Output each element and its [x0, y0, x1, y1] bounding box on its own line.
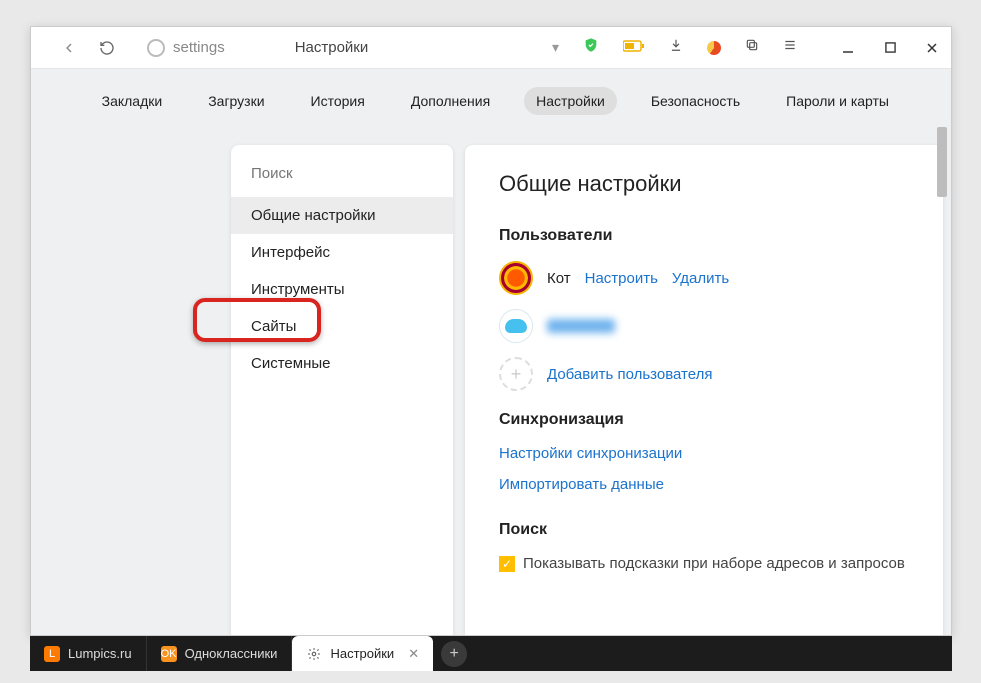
address-bar[interactable]: settings — [147, 39, 225, 57]
tab-addons[interactable]: Дополнения — [399, 87, 502, 115]
tab-history[interactable]: История — [299, 87, 377, 115]
hints-checkbox-row[interactable]: ✓ Показывать подсказки при наборе адресо… — [499, 555, 909, 572]
reload-button[interactable] — [93, 34, 121, 62]
user-name: Кот — [547, 270, 571, 287]
titlebar: settings Настройки ▾ — [31, 27, 951, 69]
sidebar-search[interactable] — [231, 153, 453, 197]
vertical-scrollbar[interactable] — [937, 127, 949, 527]
tab-passwords[interactable]: Пароли и карты — [774, 87, 901, 115]
hints-label: Показывать подсказки при наборе адресов … — [523, 555, 905, 572]
sidebar-item-sites[interactable]: Сайты — [231, 308, 453, 345]
minimize-button[interactable] — [841, 41, 855, 55]
settings-nav: Закладки Загрузки История Дополнения Нас… — [31, 69, 951, 145]
avatar-cloud[interactable] — [499, 309, 533, 343]
taskbar: L Lumpics.ru OK Одноклассники Настройки … — [30, 636, 952, 671]
toolbar-right: ▾ — [552, 37, 945, 58]
main-heading: Общие настройки — [499, 171, 909, 197]
task-tab-settings[interactable]: Настройки ✕ — [292, 636, 433, 671]
extension-icon[interactable] — [707, 41, 721, 55]
address-text: settings — [173, 39, 225, 56]
checkbox-icon[interactable]: ✓ — [499, 556, 515, 572]
sync-settings-link[interactable]: Настройки синхронизации — [499, 445, 909, 462]
task-label: Одноклассники — [185, 646, 278, 661]
user-remove-link[interactable]: Удалить — [672, 270, 729, 287]
content-area: Закладки Загрузки История Дополнения Нас… — [31, 69, 951, 635]
user-configure-link[interactable]: Настроить — [585, 270, 658, 287]
bookmark-icon[interactable]: ▾ — [552, 39, 559, 56]
scrollbar-thumb[interactable] — [937, 127, 947, 197]
settings-sidebar: Общие настройки Интерфейс Инструменты Са… — [231, 145, 453, 635]
users-heading: Пользователи — [499, 227, 909, 245]
maximize-button[interactable] — [883, 41, 897, 55]
user-name-blurred — [547, 319, 615, 333]
import-data-link[interactable]: Импортировать данные — [499, 476, 909, 493]
battery-icon — [623, 39, 645, 57]
back-button[interactable] — [55, 34, 83, 62]
tab-security[interactable]: Безопасность — [639, 87, 752, 115]
menu-icon[interactable] — [783, 38, 797, 57]
task-label: Lumpics.ru — [68, 646, 132, 661]
sidebar-item-interface[interactable]: Интерфейс — [231, 234, 453, 271]
task-label: Настройки — [330, 646, 394, 661]
avatar-kot[interactable] — [499, 261, 533, 295]
task-tab-ok[interactable]: OK Одноклассники — [147, 636, 293, 671]
task-tab-lumpics[interactable]: L Lumpics.ru — [30, 636, 147, 671]
download-icon[interactable] — [669, 38, 683, 57]
tab-bookmarks[interactable]: Закладки — [90, 87, 175, 115]
close-button[interactable] — [925, 41, 939, 55]
yandex-icon — [147, 39, 165, 57]
copy-icon[interactable] — [745, 38, 759, 57]
add-user-icon: + — [499, 357, 533, 391]
page-title: Настройки — [295, 39, 369, 56]
shield-icon[interactable] — [583, 37, 599, 58]
settings-main: Общие настройки Пользователи Кот Настрои… — [465, 145, 943, 635]
tab-settings[interactable]: Настройки — [524, 87, 617, 115]
favicon-lumpics: L — [44, 646, 60, 662]
browser-window: settings Настройки ▾ — [30, 26, 952, 636]
sidebar-item-general[interactable]: Общие настройки — [231, 197, 453, 234]
gear-icon — [306, 646, 322, 662]
sidebar-item-tools[interactable]: Инструменты — [231, 271, 453, 308]
tab-downloads[interactable]: Загрузки — [196, 87, 276, 115]
user-row-kot: Кот Настроить Удалить — [499, 261, 909, 295]
search-input[interactable] — [251, 165, 433, 182]
user-row-second — [499, 309, 909, 343]
add-user-row[interactable]: + Добавить пользователя — [499, 357, 909, 391]
close-tab-icon[interactable]: ✕ — [408, 646, 419, 662]
favicon-ok: OK — [161, 646, 177, 662]
new-tab-button[interactable]: + — [441, 641, 467, 667]
sync-heading: Синхронизация — [499, 411, 909, 429]
add-user-link[interactable]: Добавить пользователя — [547, 366, 712, 383]
sidebar-item-system[interactable]: Системные — [231, 345, 453, 382]
search-heading: Поиск — [499, 521, 909, 539]
